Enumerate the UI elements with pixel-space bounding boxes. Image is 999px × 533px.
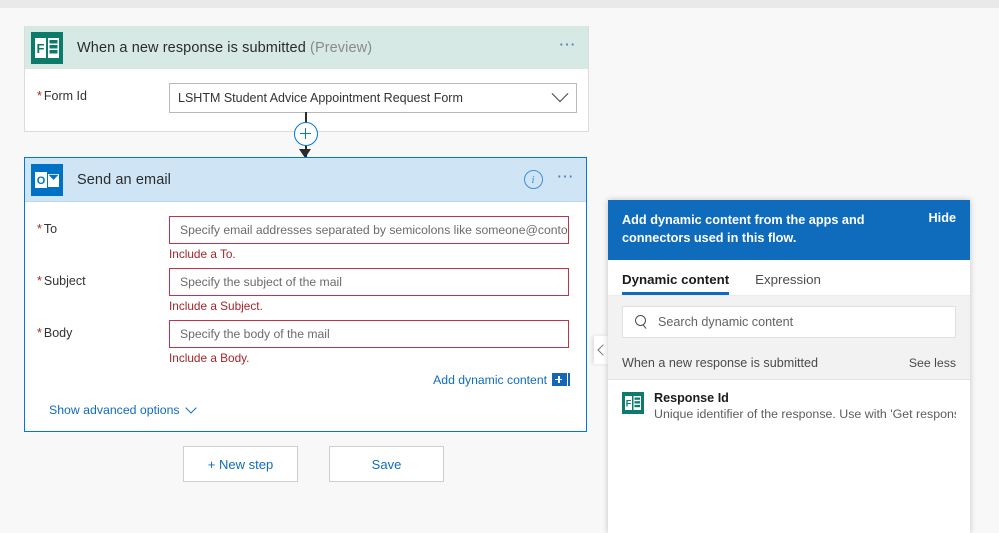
to-label-text: To [43,222,58,236]
insert-dynamic-content-icon [552,373,567,386]
subject-field-group: * Subject Specify the subject of the mail… [37,268,586,313]
body-placeholder: Specify the body of the mail [180,327,330,341]
body-label-text: Body [43,326,73,340]
required-marker: * [37,326,42,340]
top-chrome-strip [0,0,999,8]
search-dynamic-content-input[interactable]: Search dynamic content [622,306,956,338]
form-id-dropdown[interactable]: LSHTM Student Advice Appointment Request… [169,83,577,113]
dynamic-content-search-area: Search dynamic content [608,296,970,349]
form-id-field-row: * Form Id LSHTM Student Advice Appointmen… [37,83,588,113]
dynamic-content-group-header[interactable]: When a new response is submitted See les… [608,349,970,380]
hide-panel-button[interactable]: Hide [929,211,957,225]
required-marker: * [37,222,42,236]
svg-text:F: F [37,41,45,56]
to-field-group: * To Specify email addresses separated by… [37,216,586,261]
dynamic-content-panel-header: Add dynamic content from the apps and co… [608,200,970,260]
add-dynamic-content-row: Add dynamic content [37,372,586,387]
new-step-button[interactable]: + New step [183,446,298,482]
dynamic-content-header-text: Add dynamic content from the apps and co… [622,213,865,245]
chevron-down-icon [184,402,197,414]
microsoft-forms-icon: F [31,31,63,64]
required-marker: * [37,89,42,103]
subject-error-message: Include a Subject. [169,299,263,313]
see-less-toggle[interactable]: See less [909,356,956,370]
show-advanced-options-toggle[interactable]: Show advanced options [37,402,586,431]
search-placeholder: Search dynamic content [658,315,794,329]
form-id-value: LSHTM Student Advice Appointment Request… [178,91,463,105]
flow-footer-actions: + New step Save [183,446,444,482]
body-input[interactable]: Specify the body of the mail [169,320,569,348]
add-dynamic-content-link[interactable]: Add dynamic content [433,373,570,387]
body-label: * Body [37,320,169,340]
to-field-row: * To Specify email addresses separated by… [37,216,586,244]
form-id-label: * Form Id [37,83,169,103]
dynamic-content-group-name: When a new response is submitted [622,356,819,370]
required-marker: * [37,274,42,288]
to-placeholder: Specify email addresses separated by sem… [180,223,568,237]
subject-label-text: Subject [43,274,86,288]
save-button[interactable]: Save [329,446,444,482]
list-item[interactable]: F Response Id Unique identifier of the r… [608,380,970,433]
send-email-card[interactable]: O Send an email i ⋯ * To Specify email ad… [24,157,587,432]
svg-text:F: F [626,399,632,409]
info-icon[interactable]: i [523,170,543,189]
subject-label: * Subject [37,268,169,288]
subject-field-row: * Subject Specify the subject of the mail [37,268,586,296]
dynamic-content-tabs: Dynamic content Expression [608,260,970,296]
tab-expression[interactable]: Expression [755,272,821,295]
insert-caret-icon [568,373,570,386]
body-field-row: * Body Specify the body of the mail [37,320,586,348]
trigger-title-text: When a new response is submitted [77,39,306,56]
dynamic-content-collapse-handle[interactable] [594,336,609,364]
list-item-description: Unique identifier of the response. Use w… [654,407,956,421]
chevron-left-icon [597,344,609,356]
outlook-icon: O [31,163,63,196]
plus-circle-icon[interactable] [294,122,318,146]
to-error-message: Include a To. [169,247,236,261]
add-dynamic-content-label: Add dynamic content [433,373,547,387]
body-field-group: * Body Specify the body of the mail Inclu… [37,320,586,365]
trigger-card-header[interactable]: F When a new response is submitted (Prev… [25,26,588,69]
body-error-message: Include a Body. [169,351,250,365]
svg-text:O: O [37,175,46,187]
search-icon [635,315,649,329]
step-connector [289,112,323,160]
trigger-preview-tag: (Preview) [310,39,373,56]
chevron-down-icon [551,85,569,103]
ellipsis-icon[interactable]: ⋯ [557,168,577,187]
send-email-header-actions: i ⋯ [523,158,577,201]
tab-dynamic-content[interactable]: Dynamic content [622,272,729,295]
trigger-header-actions: ⋯ [559,26,579,69]
list-item-text: Response Id Unique identifier of the res… [654,390,956,423]
trigger-title: When a new response is submitted (Previe… [77,40,372,56]
send-email-title: Send an email [77,171,171,188]
microsoft-forms-icon: F [622,392,644,414]
send-email-card-body: * To Specify email addresses separated by… [25,202,586,431]
subject-placeholder: Specify the subject of the mail [180,275,342,289]
subject-input[interactable]: Specify the subject of the mail [169,268,569,296]
list-item-title: Response Id [654,391,729,405]
ellipsis-icon[interactable]: ⋯ [559,36,579,55]
dynamic-content-panel: Add dynamic content from the apps and co… [608,200,970,533]
show-advanced-options-label: Show advanced options [49,403,180,417]
to-input[interactable]: Specify email addresses separated by sem… [169,216,569,244]
form-id-label-text: Form Id [43,89,87,103]
send-email-card-header[interactable]: O Send an email i ⋯ [25,158,586,202]
to-label: * To [37,216,169,236]
